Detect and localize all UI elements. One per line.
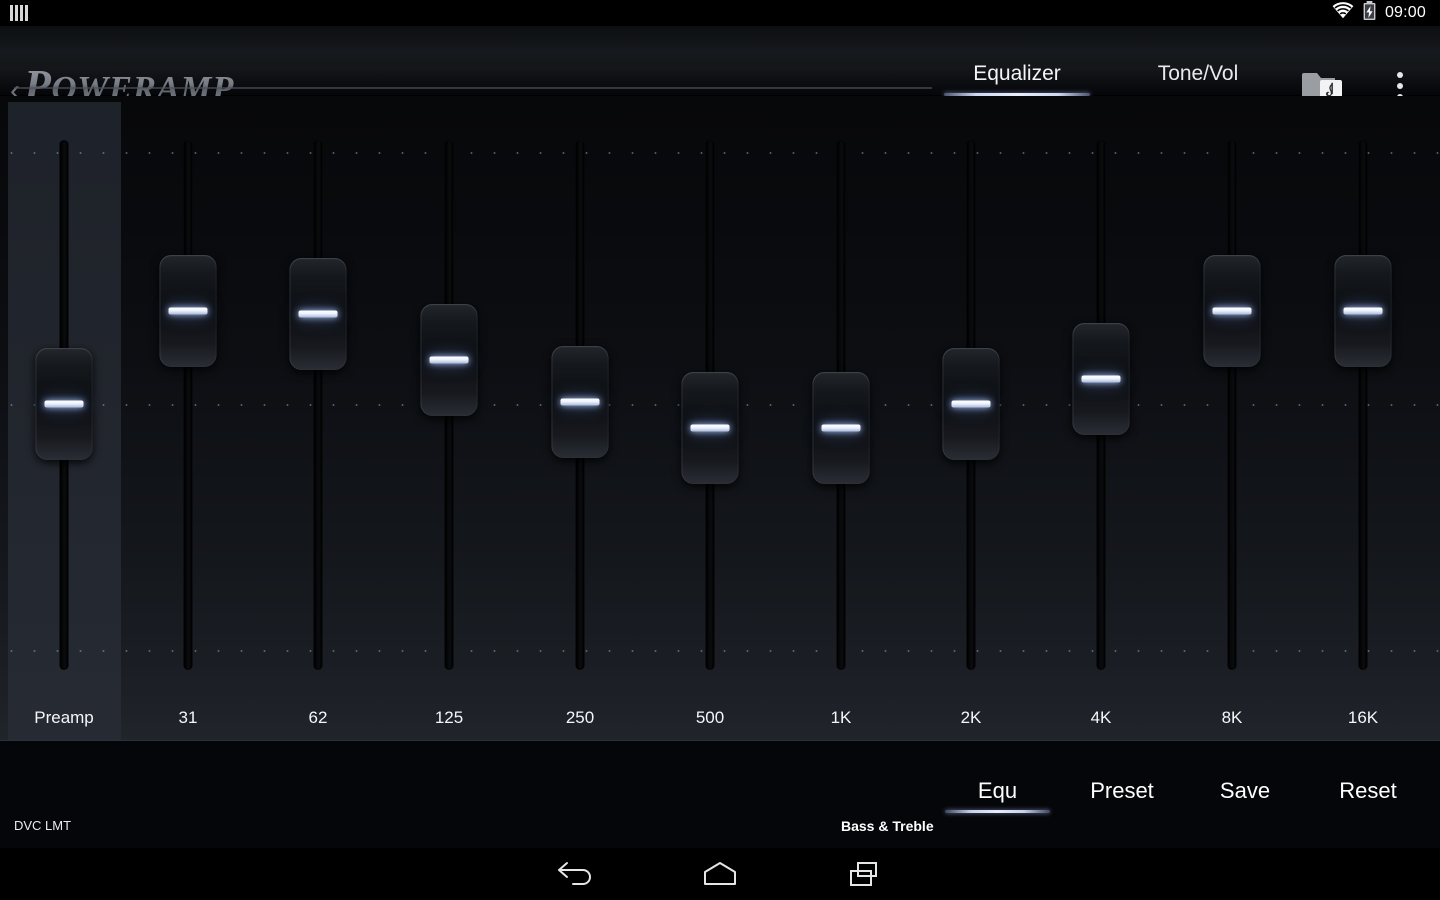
band-label: 250 <box>565 708 595 727</box>
eq-band-250[interactable]: 250 <box>530 96 630 740</box>
band-label: 1K <box>830 708 852 727</box>
battery-charging-icon <box>1363 1 1376 25</box>
slider-track[interactable] <box>313 140 323 670</box>
tab-tone-vol[interactable]: Tone/Vol <box>1130 62 1266 96</box>
back-icon[interactable] <box>530 848 620 900</box>
eq-band-500[interactable]: 500 <box>660 96 760 740</box>
home-icon[interactable] <box>675 848 765 900</box>
equ-button[interactable]: Equ <box>945 778 1050 813</box>
tab-equalizer-label: Equalizer <box>973 62 1061 85</box>
band-label: 125 <box>434 708 464 727</box>
eq-band-4k[interactable]: 4K <box>1051 96 1151 740</box>
eq-band-125[interactable]: 125 <box>399 96 499 740</box>
save-button[interactable]: Save <box>1192 778 1298 813</box>
eq-band-31[interactable]: 31 <box>138 96 238 740</box>
slider-thumb[interactable] <box>1203 255 1261 367</box>
slider-thumb[interactable] <box>35 348 93 460</box>
slider-track[interactable] <box>1358 140 1368 670</box>
tab-equalizer[interactable]: Equalizer <box>944 62 1090 96</box>
tab-tone-vol-label: Tone/Vol <box>1157 62 1239 85</box>
android-nav-bar <box>0 848 1440 900</box>
slider-track[interactable] <box>183 140 193 670</box>
slider-thumb[interactable] <box>812 372 870 484</box>
preset-button[interactable]: Preset <box>1058 778 1186 813</box>
preset-button-label: Preset <box>1090 778 1154 803</box>
eq-band-preamp[interactable]: Preamp <box>14 96 114 740</box>
status-clock: 09:00 <box>1384 4 1426 21</box>
save-button-label: Save <box>1219 778 1271 803</box>
reset-button[interactable]: Reset <box>1306 778 1430 813</box>
eq-band-1k[interactable]: 1K <box>791 96 891 740</box>
slider-track[interactable] <box>1227 140 1237 670</box>
slider-thumb[interactable] <box>681 372 739 484</box>
eq-band-62[interactable]: 62 <box>268 96 368 740</box>
band-label: 62 <box>308 708 328 727</box>
band-label: 8K <box>1221 708 1243 727</box>
slider-thumb[interactable] <box>551 346 609 458</box>
eq-band-8k[interactable]: 8K <box>1182 96 1282 740</box>
equalizer-board: Preamp 31 62 125 250 500 1K 2K 4K 8K 16K <box>0 96 1440 740</box>
eq-band-16k[interactable]: 16K <box>1313 96 1413 740</box>
slider-thumb[interactable] <box>1334 255 1392 367</box>
slider-thumb[interactable] <box>159 255 217 367</box>
slider-thumb[interactable] <box>420 304 478 416</box>
band-label: Preamp <box>34 708 94 727</box>
recents-icon[interactable] <box>820 848 910 900</box>
slider-thumb[interactable] <box>289 258 347 370</box>
slider-thumb[interactable] <box>942 348 1000 460</box>
slider-thumb[interactable] <box>1072 323 1130 435</box>
wifi-icon <box>1332 2 1354 24</box>
band-label: 4K <box>1090 708 1112 727</box>
reset-button-label: Reset <box>1339 778 1397 803</box>
eq-curve-graph[interactable] <box>0 0 945 108</box>
band-label: 16K <box>1347 708 1379 727</box>
band-label: 2K <box>960 708 982 727</box>
dvc-limit-label: DVC LMT <box>14 818 72 833</box>
bass-treble-label: Bass & Treble <box>841 818 934 834</box>
band-label: 500 <box>695 708 725 727</box>
band-label: 31 <box>178 708 198 727</box>
equ-active-underline <box>945 810 1050 813</box>
equ-button-label: Equ <box>977 778 1018 803</box>
eq-band-2k[interactable]: 2K <box>921 96 1021 740</box>
